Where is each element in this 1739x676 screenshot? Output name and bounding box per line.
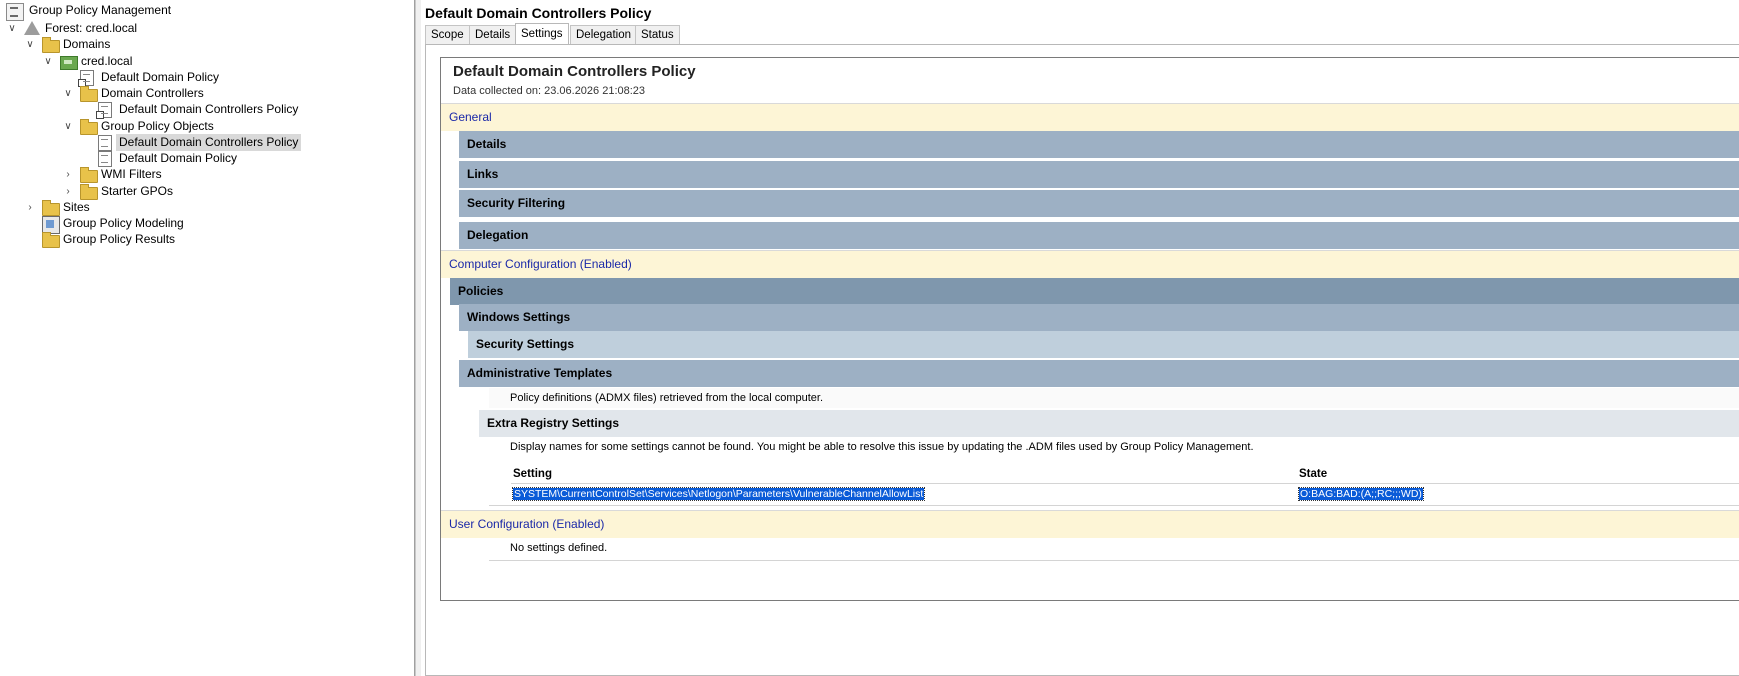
tree-node-wmi-filters[interactable]: › WMI Filters	[62, 166, 362, 183]
tree-node-domain-controllers[interactable]: ∨ Domain Controllers	[62, 85, 362, 102]
category-windows-settings[interactable]: Windows Settings	[459, 304, 1739, 331]
section-computer-configuration[interactable]: Computer Configuration (Enabled)	[441, 250, 1739, 278]
domains-folder-icon	[42, 37, 60, 53]
chevron-right-icon[interactable]: ›	[24, 199, 36, 216]
chevron-right-icon[interactable]: ›	[62, 166, 74, 183]
category-policies[interactable]: Policies	[450, 278, 1739, 305]
wmi-folder-icon	[80, 167, 98, 183]
chevron-right-icon[interactable]: ›	[62, 183, 74, 200]
tree-node-starter-gpos[interactable]: › Starter GPOs	[62, 183, 362, 200]
tab-status[interactable]: Status	[635, 25, 680, 44]
settings-report[interactable]: Default Domain Controllers Policy Data c…	[440, 57, 1739, 601]
results-folder-icon	[42, 232, 60, 248]
admx-note: Policy definitions (ADMX files) retrieve…	[510, 392, 824, 404]
tree-node-gpo-default-policy[interactable]: Default Domain Policy	[98, 150, 398, 167]
report-collected-date: Data collected on: 23.06.2026 21:08:23	[453, 85, 646, 97]
tab-settings[interactable]: Settings	[515, 23, 569, 45]
tab-delegation[interactable]: Delegation	[570, 25, 637, 44]
tab-scope[interactable]: Scope	[425, 25, 470, 44]
domain-icon	[60, 56, 78, 70]
tree-node-gpo-dc-policy[interactable]: Default Domain Controllers Policy	[98, 134, 398, 151]
gpo-folder-icon	[80, 119, 98, 135]
category-security-settings[interactable]: Security Settings	[468, 331, 1739, 358]
chevron-down-icon[interactable]: ∨	[62, 118, 74, 135]
settings-panel: Default Domain Controllers Policy Data c…	[425, 44, 1739, 676]
section-user-configuration[interactable]: User Configuration (Enabled)	[441, 510, 1739, 538]
category-details[interactable]: Details	[459, 131, 1739, 158]
tree-node-gp-results[interactable]: Group Policy Results	[42, 231, 342, 248]
category-links[interactable]: Links	[459, 161, 1739, 188]
section-general[interactable]: General	[441, 103, 1739, 131]
chevron-down-icon[interactable]: ∨	[42, 53, 54, 70]
tree-node-forest[interactable]: ∨ Forest: cred.local	[4, 20, 304, 37]
setting-registry-path[interactable]: SYSTEM\CurrentControlSet\Services\Netlog…	[511, 487, 926, 501]
column-header-state: State	[1299, 468, 1328, 480]
gpo-icon	[98, 151, 112, 167]
tree-node-domain[interactable]: ∨ cred.local	[40, 53, 340, 70]
category-extra-registry-settings[interactable]: Extra Registry Settings	[479, 410, 1739, 437]
gpm-icon	[6, 3, 24, 21]
category-administrative-templates[interactable]: Administrative Templates	[459, 360, 1739, 387]
page-title: Default Domain Controllers Policy	[425, 5, 652, 21]
forest-icon	[24, 21, 40, 35]
tree-node-group-policy-objects[interactable]: ∨ Group Policy Objects	[62, 118, 362, 135]
tab-details[interactable]: Details	[469, 25, 517, 44]
tree-node-domains[interactable]: ∨ Domains	[22, 36, 322, 53]
gpo-link-icon	[96, 102, 112, 119]
chevron-down-icon[interactable]: ∨	[24, 36, 36, 53]
console-tree[interactable]: Group Policy Management ∨ Forest: cred.l…	[0, 0, 415, 676]
gpo-icon	[98, 135, 112, 151]
report-title: Default Domain Controllers Policy	[453, 63, 696, 80]
no-settings-note: No settings defined.	[510, 542, 608, 554]
bottom-divider	[489, 560, 1739, 561]
tree-node-default-domain-policy-link[interactable]: Default Domain Policy	[78, 69, 380, 87]
row-divider	[489, 505, 1739, 506]
column-header-setting: Setting	[513, 468, 552, 480]
tree-node-dc-policy-link[interactable]: Default Domain Controllers Policy	[96, 101, 398, 119]
chevron-down-icon[interactable]: ∨	[6, 20, 18, 37]
adm-note: Display names for some settings cannot b…	[510, 441, 1254, 453]
chevron-down-icon[interactable]: ∨	[62, 85, 74, 102]
ou-folder-icon	[80, 86, 98, 102]
category-security-filtering[interactable]: Security Filtering	[459, 190, 1739, 217]
header-divider	[511, 483, 1739, 484]
tree-node-gp-modeling[interactable]: Group Policy Modeling	[42, 215, 342, 234]
content-pane: Default Domain Controllers Policy Scope …	[421, 0, 1739, 676]
setting-state-value[interactable]: O:BAG:BAD:(A;;RC;;;WD)	[1298, 487, 1424, 501]
tree-node-sites[interactable]: › Sites	[24, 199, 324, 216]
gpo-link-icon	[78, 70, 94, 87]
category-delegation[interactable]: Delegation	[459, 222, 1739, 249]
